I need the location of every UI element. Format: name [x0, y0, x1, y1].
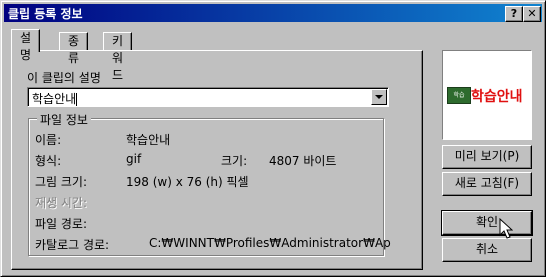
description-combobox[interactable]: 학습안내	[27, 87, 389, 107]
dimensions-value: 198 (w) x 76 (h) 픽셀	[126, 175, 249, 189]
dimensions-label: 그림 크기:	[35, 175, 88, 189]
tab-panel: 이 클립의 설명 학습안내 파일 정보 이름: 학습안내 형식: gif 크기:…	[11, 50, 423, 270]
preview-button[interactable]: 미리 보기(P)	[442, 145, 532, 169]
title-bar: 클립 등록 정보 ? ✕	[4, 4, 542, 22]
refresh-button[interactable]: 새로 고침(F)	[442, 172, 532, 196]
catalog-path-value: C:₩WINNT₩Profiles₩Administrator₩Ap	[149, 236, 391, 250]
file-info-group: 파일 정보 이름: 학습안내 형식: gif 크기: 4807 바이트 그림 크…	[28, 111, 391, 256]
name-value: 학습안내	[126, 133, 171, 147]
path-label: 파일 경로:	[35, 217, 88, 231]
clip-preview: 학습 학습안내	[442, 50, 532, 140]
tab-keywords[interactable]: 키워드	[103, 32, 133, 82]
file-info-title: 파일 정보	[37, 111, 91, 128]
window-title: 클립 등록 정보	[8, 7, 83, 21]
tab-description[interactable]: 설명	[11, 29, 41, 62]
chevron-down-icon[interactable]	[371, 89, 387, 105]
description-value[interactable]: 학습안내	[32, 90, 78, 107]
clip-image: 학습 학습안내	[446, 84, 528, 106]
tab-type[interactable]: 종류	[59, 32, 89, 65]
clip-properties-dialog: 클립 등록 정보 ? ✕ 설명 종류 키워드 이 클립의 설명 학습안내 파일 …	[0, 0, 546, 277]
format-label: 형식:	[35, 154, 62, 168]
help-button[interactable]: ?	[505, 6, 523, 22]
catalog-path-label: 카탈로그 경로:	[35, 238, 110, 252]
cancel-button[interactable]: 취소	[442, 238, 532, 262]
size-label: 크기:	[221, 154, 248, 168]
chalkboard-icon: 학습	[447, 87, 471, 104]
playtime-label: 재생 시간:	[35, 196, 88, 210]
ok-button[interactable]: 확인	[441, 210, 533, 236]
format-value: gif	[126, 152, 142, 166]
size-value: 4807 바이트	[269, 154, 337, 168]
name-label: 이름:	[35, 133, 62, 147]
clip-image-text: 학습안내	[471, 89, 523, 105]
close-button[interactable]: ✕	[523, 6, 541, 22]
description-label: 이 클립의 설명	[27, 71, 101, 85]
mouse-pointer-icon	[499, 218, 513, 239]
